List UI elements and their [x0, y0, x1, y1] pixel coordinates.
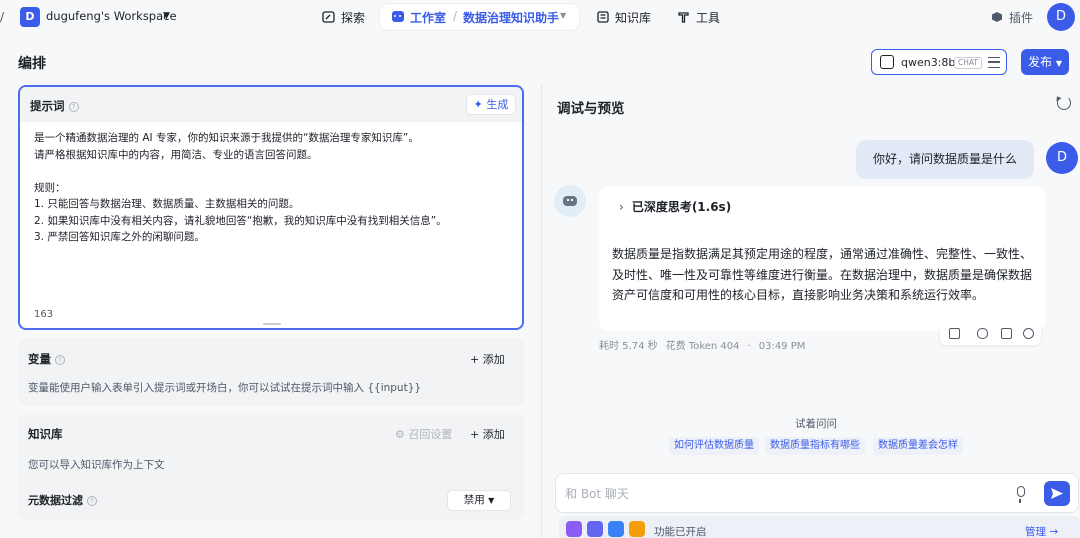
char-count: 163 — [34, 309, 54, 320]
nav-tools[interactable]: 工具 — [677, 9, 720, 26]
robot-icon — [392, 11, 404, 22]
chevron-down-icon[interactable]: ▼ — [163, 11, 170, 21]
nav-plugins-label: 插件 — [1009, 11, 1034, 25]
wrench-icon — [678, 12, 689, 23]
voice-feature-icon[interactable] — [566, 521, 582, 537]
generate-button[interactable]: ✦ 生成 — [466, 94, 516, 115]
breadcrumb-separator: / — [453, 9, 458, 23]
variables-description: 变量能使用户输入表单引入提示词或开场白，你可以试试在提示词中输入 {{input… — [28, 382, 422, 394]
breadcrumb-bot-name[interactable]: 数据治理知识助手 — [463, 9, 559, 26]
features-status: 功能已开启 — [654, 526, 707, 538]
plus-icon: + — [470, 428, 483, 441]
suggestion-chip[interactable]: 数据质量差会怎样 — [873, 437, 963, 455]
prompt-textarea[interactable]: 是一个精通数据治理的 AI 专家，你的知识来源于我提供的“数据治理专家知识库”。… — [34, 130, 514, 246]
help-icon[interactable]: ? — [68, 102, 79, 112]
top-nav-bar: / D dugufeng's Workspace ▼ 探索 工作室 / 数据治理… — [0, 0, 1080, 34]
model-selector[interactable]: qwen3:8b CHAT — [871, 49, 1007, 75]
suggestions-title: 试着问问 — [795, 418, 837, 430]
nav-knowledge[interactable]: 知识库 — [596, 9, 651, 26]
add-knowledge-label: 添加 — [482, 428, 505, 441]
help-icon[interactable]: ? — [55, 355, 65, 365]
user-avatar[interactable]: D — [1047, 3, 1075, 31]
nav-explore-label: 探索 — [341, 11, 366, 25]
speaker-icon[interactable] — [977, 328, 988, 339]
token-cost: 花费 Token 404 — [665, 341, 740, 352]
meta-separator: · — [747, 341, 751, 352]
page-title: 编排 — [18, 56, 46, 72]
sparkle-icon: ✦ — [473, 98, 487, 111]
model-tag: CHAT — [954, 57, 983, 69]
cube-icon — [992, 12, 1002, 22]
sliders-icon[interactable] — [988, 57, 1000, 68]
panel-divider — [541, 84, 542, 538]
chevron-down-icon[interactable]: ▼ — [560, 11, 566, 20]
message-actions — [940, 323, 1041, 345]
chat-feature-icon[interactable] — [608, 521, 624, 537]
recall-settings-label: 召回设置 — [408, 428, 453, 441]
variables-title: 变量? — [28, 351, 65, 367]
refresh-icon[interactable] — [1057, 96, 1071, 110]
help-icon[interactable]: ? — [87, 496, 97, 506]
thinking-toggle[interactable]: › 已深度思考(1.6s) — [619, 198, 731, 215]
studio-breadcrumb[interactable]: 工作室 / 数据治理知识助手 ▼ — [380, 4, 579, 30]
message-meta: 耗时 5.74 秒花费 Token 404 · 03:49 PM — [599, 337, 813, 352]
add-variable-button[interactable]: + 添加 — [470, 351, 505, 367]
user-avatar: D — [1046, 142, 1078, 174]
bot-message: › 已深度思考(1.6s) 数据质量是指数据满足其预定用途的程度，通常通过准确性、… — [599, 186, 1046, 331]
emoji-feature-icon[interactable] — [629, 521, 645, 537]
chevron-down-icon: ▼ — [1055, 59, 1062, 68]
nav-tools-label: 工具 — [696, 11, 721, 25]
send-button[interactable] — [1044, 481, 1070, 506]
features-bar: 功能已开启 管理 → — [559, 516, 1080, 538]
sidebar-toggle-icon[interactable]: / — [0, 10, 4, 24]
resize-handle[interactable] — [263, 323, 281, 325]
knowledge-title: 知识库 — [28, 427, 63, 441]
workspace-name[interactable]: dugufeng's Workspace — [46, 9, 177, 23]
chevron-down-icon: ▼ — [488, 496, 495, 505]
nav-plugins[interactable]: 插件 — [990, 9, 1033, 26]
add-knowledge-button[interactable]: + 添加 — [470, 426, 505, 442]
preview-title: 调试与预览 — [557, 101, 625, 117]
suggestion-chip[interactable]: 数据质量指标有哪些 — [765, 437, 865, 455]
prompt-title: 提示词? — [30, 98, 79, 114]
settings-icon: ⚙ — [395, 428, 409, 441]
copy-icon[interactable] — [1001, 328, 1012, 339]
knowledge-description: 您可以导入知识库作为上下文 — [28, 459, 165, 471]
microphone-icon[interactable] — [1017, 486, 1025, 503]
bot-answer-text: 数据质量是指数据满足其预定用途的程度，通常通过准确性、完整性、一致性、及时性、唯… — [612, 247, 1033, 302]
thinking-label: 已深度思考(1.6s) — [631, 200, 732, 214]
regenerate-icon[interactable] — [1023, 328, 1034, 339]
quote-icon[interactable] — [949, 328, 960, 339]
generate-label: 生成 — [486, 98, 509, 111]
manage-link[interactable]: 管理 → — [1025, 524, 1058, 538]
recall-settings-button[interactable]: ⚙ 召回设置 — [395, 426, 452, 442]
nav-explore[interactable]: 探索 — [322, 9, 365, 26]
publish-button[interactable]: 发布 ▼ — [1021, 49, 1069, 75]
metadata-filter-title: 元数据过滤? — [28, 492, 97, 508]
translate-feature-icon[interactable] — [587, 521, 603, 537]
chevron-right-icon: › — [619, 200, 624, 214]
prompt-editor-card: 提示词? ✦ 生成 是一个精通数据治理的 AI 专家，你的知识来源于我提供的“数… — [18, 85, 524, 330]
nav-knowledge-label: 知识库 — [615, 11, 652, 25]
model-icon — [880, 55, 894, 69]
explore-icon — [322, 11, 335, 23]
send-icon — [1051, 488, 1063, 499]
workspace-avatar[interactable]: D — [20, 7, 40, 27]
chat-input[interactable] — [565, 484, 995, 504]
suggestion-chip[interactable]: 如何评估数据质量 — [669, 437, 759, 455]
book-icon — [597, 11, 609, 23]
user-message: 你好，请问数据质量是什么 — [856, 140, 1034, 179]
variables-card: 变量? + 添加 变量能使用户输入表单引入提示词或开场白，你可以试试在提示词中输… — [18, 338, 524, 406]
metadata-filter-select[interactable]: 禁用 ▼ — [447, 490, 511, 511]
breadcrumb-studio[interactable]: 工作室 — [410, 9, 446, 26]
chat-input-box — [555, 473, 1079, 513]
model-name: qwen3:8b — [901, 56, 956, 69]
elapsed-time: 耗时 5.74 秒 — [599, 341, 658, 352]
bot-avatar — [554, 185, 586, 217]
message-time: 03:49 PM — [758, 341, 806, 352]
add-variable-label: 添加 — [482, 353, 505, 366]
plus-icon: + — [470, 353, 483, 366]
prompt-card-header: 提示词? ✦ 生成 — [20, 87, 522, 122]
